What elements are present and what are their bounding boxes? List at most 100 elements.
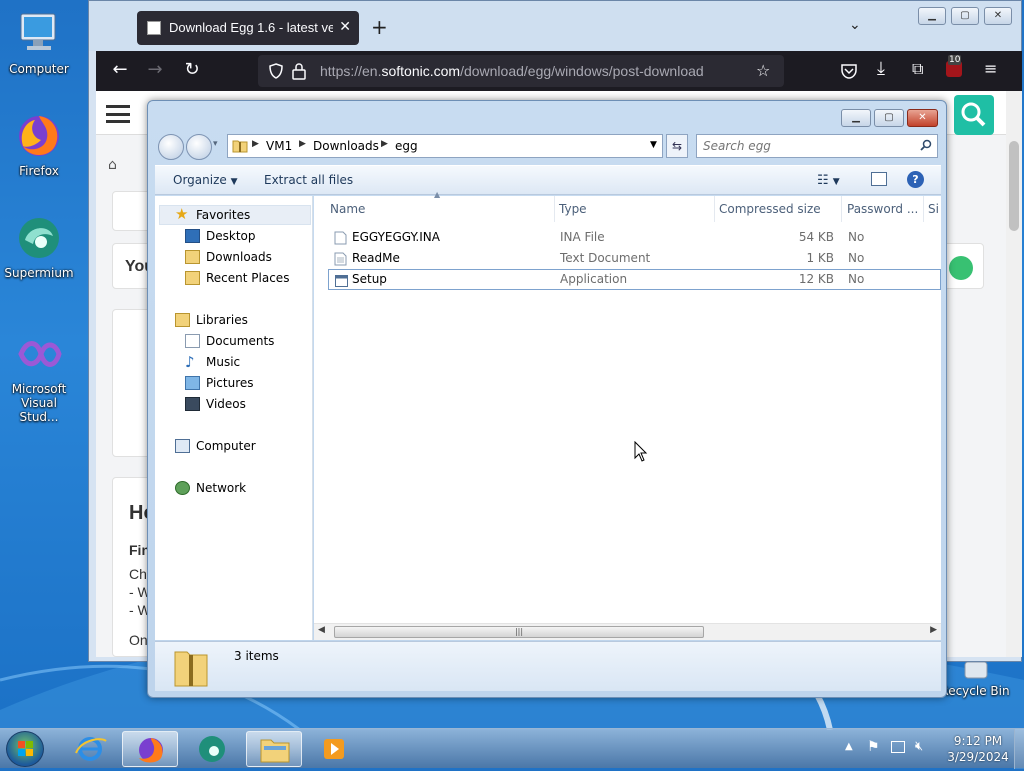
back-icon[interactable]: ← (108, 59, 132, 80)
extensions-icon[interactable]: ⧉ (912, 59, 923, 79)
page-scrollbar[interactable] (1006, 91, 1022, 657)
application-icon (335, 275, 348, 287)
show-desktop-button[interactable] (1014, 729, 1024, 769)
tab-close-icon[interactable]: ✕ (339, 18, 351, 35)
page-scrollbar-thumb[interactable] (1009, 141, 1019, 231)
menu-icon[interactable]: ≡ (984, 59, 997, 78)
taskbar-media-player[interactable] (306, 731, 362, 767)
file-row[interactable]: EGGYEGGY.INA INA File 54 KB No (328, 227, 941, 248)
search-input[interactable] (701, 137, 911, 155)
extension-badge: 10 (948, 55, 962, 65)
site-search-button[interactable] (954, 95, 994, 135)
explorer-close-button[interactable]: ✕ (907, 109, 938, 127)
desktop-icon-supermium[interactable]: Supermium (0, 214, 78, 280)
bookmark-star-icon[interactable]: ☆ (756, 61, 770, 80)
search-icon (961, 102, 986, 127)
maximize-button[interactable]: ▢ (951, 7, 979, 25)
scroll-right-icon[interactable]: ▶ (930, 625, 937, 635)
search-icon[interactable] (920, 139, 932, 151)
breadcrumb-separator-icon[interactable]: ▶ (381, 139, 388, 149)
scroll-left-icon[interactable]: ◀ (318, 625, 325, 635)
new-tab-icon[interactable]: + (371, 15, 388, 39)
desktop-icon-visual-studio[interactable]: Microsoft Visual Stud... (0, 330, 78, 424)
taskbar-firefox[interactable] (122, 731, 178, 767)
explorer-window[interactable]: ▁ ▢ ✕ ▾ ▶ VM1 ▶ Downloads ▶ egg ▼ ⇆ Orga… (147, 100, 947, 698)
chevron-down-icon: ▼ (230, 177, 238, 187)
column-header-size[interactable]: Si (926, 196, 941, 222)
clock-date: 3/29/2024 (947, 750, 1009, 764)
home-icon[interactable]: ⌂ (108, 157, 117, 173)
breadcrumb-vm1[interactable]: VM1 (266, 139, 292, 153)
file-name: Setup (352, 272, 387, 286)
desktop-icon-label: Computer (9, 62, 69, 76)
browser-toolbar: ← → ↻ https://en.softonic.com/download/e… (96, 51, 1022, 91)
address-bar[interactable]: ▶ VM1 ▶ Downloads ▶ egg ▼ (227, 134, 663, 158)
start-button[interactable] (6, 731, 44, 767)
ublock-extension-icon[interactable]: 10 (946, 55, 962, 77)
reload-icon[interactable]: ↻ (180, 59, 204, 80)
action-center-flag-icon[interactable]: ⚑ (867, 739, 880, 755)
volume-muted-icon[interactable]: 🔇︎ (915, 739, 923, 754)
column-header-type[interactable]: Type (557, 196, 715, 222)
change-view-icon[interactable]: ☷ ▼ (817, 173, 840, 188)
url-text: https://en.softonic.com/download/egg/win… (320, 63, 704, 79)
firefox-icon (139, 738, 163, 763)
item-count: 3 items (234, 649, 279, 663)
column-header-compressed-size[interactable]: Compressed size (717, 196, 842, 222)
browser-tab[interactable]: Download Egg 1.6 - latest versio ✕ (137, 11, 359, 45)
pocket-icon[interactable] (840, 62, 858, 80)
explorer-maximize-button[interactable]: ▢ (874, 109, 904, 127)
close-button[interactable]: ✕ (984, 7, 1012, 25)
breadcrumb-downloads[interactable]: Downloads (313, 139, 379, 153)
details-pane: 3 items (155, 641, 941, 691)
ad-card (112, 309, 152, 457)
extract-all-files-button[interactable]: Extract all files (264, 173, 353, 187)
breadcrumb-egg[interactable]: egg (395, 139, 418, 153)
explorer-minimize-button[interactable]: ▁ (841, 109, 871, 127)
site-menu-icon[interactable] (106, 105, 130, 123)
desktop-icon-firefox[interactable]: Firefox (0, 112, 78, 178)
pictures-icon (185, 376, 200, 390)
taskbar-internet-explorer[interactable] (62, 731, 118, 767)
network-status-icon[interactable] (891, 741, 905, 753)
organize-button[interactable]: Organize ▼ (173, 173, 238, 187)
tracking-protection-icon[interactable] (268, 63, 284, 79)
minimize-button[interactable]: ▁ (918, 7, 946, 25)
text-file-icon (334, 252, 347, 266)
documents-icon (185, 334, 200, 348)
breadcrumb-separator-icon[interactable]: ▶ (252, 139, 259, 149)
videos-icon (185, 397, 200, 411)
downloads-icon[interactable]: ⤓ (877, 58, 885, 79)
column-header-name[interactable]: Name (328, 196, 555, 222)
file-row-selected[interactable]: Setup Application 12 KB No (328, 269, 941, 290)
address-dropdown-icon[interactable]: ▼ (650, 140, 657, 150)
recent-pages-chevron-icon[interactable]: ▾ (213, 139, 218, 149)
taskbar-explorer[interactable] (246, 731, 302, 767)
help-icon[interactable]: ? (907, 171, 924, 188)
refresh-icon[interactable]: ⇆ (666, 134, 688, 158)
clock[interactable]: 9:12 PM 3/29/2024 (945, 733, 1011, 765)
forward-icon[interactable]: → (143, 59, 167, 80)
preview-pane-icon[interactable] (871, 172, 887, 186)
file-password: No (848, 251, 865, 265)
back-button[interactable] (158, 134, 184, 160)
horizontal-scrollbar-thumb[interactable]: ||| (334, 626, 704, 638)
file-row[interactable]: ReadMe Text Document 1 KB No (328, 248, 941, 269)
taskbar-supermium[interactable] (184, 731, 240, 767)
url-bar[interactable]: https://en.softonic.com/download/egg/win… (258, 55, 784, 87)
horizontal-scrollbar[interactable]: ◀ ||| ▶ (314, 623, 941, 640)
column-header-password[interactable]: Password ... (845, 196, 924, 222)
star-icon: ★ (175, 205, 189, 223)
zip-folder-icon (232, 140, 248, 153)
search-box[interactable] (696, 134, 938, 158)
desktop-icon-label: Recycle Bin (940, 684, 1010, 698)
desktop-icon-label: Supermium (4, 266, 74, 280)
list-all-tabs-icon[interactable]: ⌄ (849, 17, 861, 33)
lock-icon[interactable] (292, 62, 306, 80)
file-icon (334, 231, 347, 245)
breadcrumb-separator-icon[interactable]: ▶ (299, 139, 306, 149)
desktop-icon-recycle-bin[interactable]: Recycle Bin (936, 661, 1014, 698)
show-hidden-icons-icon[interactable]: ▲ (845, 741, 853, 752)
desktop-icon-computer[interactable]: Computer (0, 10, 78, 76)
forward-button[interactable] (186, 134, 212, 160)
